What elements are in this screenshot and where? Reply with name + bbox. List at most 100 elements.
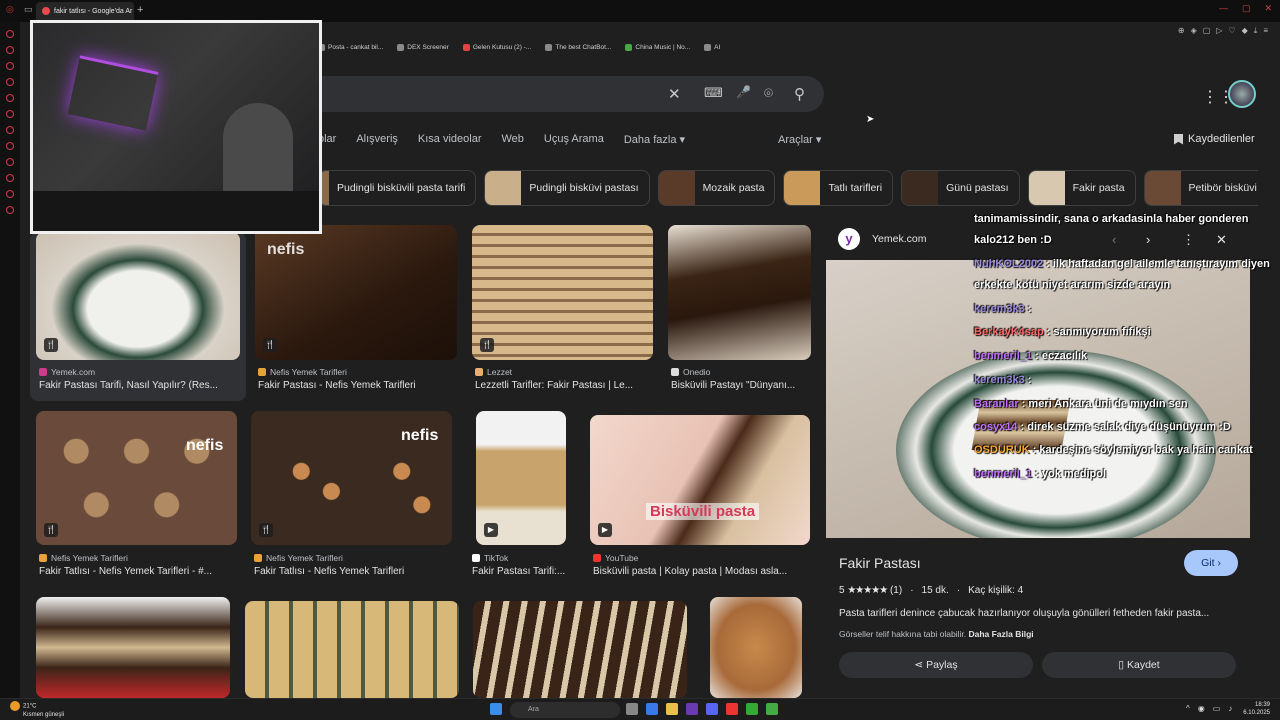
sidebar-app-icon[interactable] [6,206,14,214]
close-window-icon[interactable]: ✕ [1264,3,1272,14]
monitor-icon[interactable]: ▭ [1213,704,1221,713]
sidebar-app-icon[interactable] [6,62,14,70]
more-info-link[interactable]: Daha Fazla Bilgi [968,629,1033,639]
keyboard-icon[interactable]: ⌨ [704,85,723,101]
account-avatar[interactable] [1228,80,1256,108]
google-lens-icon[interactable]: ⌾ [764,85,773,102]
tab-short-videos[interactable]: Kısa videolar [418,133,482,146]
sidebar-app-icon[interactable] [6,30,14,38]
sidebar-app-icon[interactable] [6,94,14,102]
download-icon[interactable]: ⤓ [1254,26,1258,36]
chat-message: NuhKOL2002 : ilk haftadan gel ailemle ta… [974,258,1270,270]
app-icon[interactable] [686,703,698,715]
menu-icon[interactable]: ≡ [1263,26,1268,36]
result-title[interactable]: Bisküvili Pastayı "Dünyanı... [671,380,811,391]
file-explorer-icon[interactable] [666,703,678,715]
rating-stars-icon: ★★★★★ [847,585,888,596]
save-button[interactable]: ▯ Kaydet [1042,652,1236,678]
next-icon[interactable]: › [1146,232,1150,247]
shield-icon[interactable]: ◈ [1191,26,1197,36]
result-title[interactable]: Bisküvili pasta | Kolay pasta | Modası a… [593,566,807,577]
discord-icon[interactable] [706,703,718,715]
app-icon[interactable] [746,703,758,715]
result-title[interactable]: Lezzetli Tarifler: Fakir Pastası | Le... [475,380,653,391]
sidebar-app-icon[interactable] [6,110,14,118]
result-title[interactable]: Fakir Pastası Tarifi:... [472,566,576,577]
related-chip[interactable]: Tatlı tarifleri [783,170,894,206]
sidebar-app-icon[interactable] [6,46,14,54]
search-input[interactable]: ✕ ⌨ 🎤 ⌾ ⚲ [318,76,824,112]
more-options-icon[interactable]: ⋮ [1182,232,1195,248]
tab-shopping[interactable]: Alışveriş [356,133,398,146]
sidebar-app-icon[interactable] [6,78,14,86]
result-image[interactable] [473,601,687,698]
screenshot-icon[interactable]: ▢ [1203,26,1211,36]
result-title[interactable]: Fakir Pastası - Nefis Yemek Tarifleri [258,380,458,391]
related-chip[interactable]: Günü pastası [901,170,1020,206]
sidebar-app-icon[interactable] [6,174,14,182]
recipe-icon: 🍴 [263,338,277,352]
sidebar-app-icon[interactable] [6,158,14,166]
close-panel-icon[interactable]: ✕ [1216,232,1227,248]
bookmark-item[interactable]: DEX Screener [397,40,449,54]
sidebar-app-icon[interactable] [6,142,14,150]
tab-flights[interactable]: Uçuş Arama [544,133,604,146]
sidebar-app-icon[interactable] [6,126,14,134]
heart-icon[interactable]: ♡ [1228,26,1235,36]
related-chip[interactable]: Petibör bisküvi [1143,170,1258,206]
result-title[interactable]: Fakir Tatlısı - Nefis Yemek Tarifleri - … [39,566,239,577]
result-image[interactable] [245,601,459,698]
tab-web[interactable]: Web [502,133,524,146]
bookmark-item[interactable]: Gelen Kutusu (2) -... [462,40,531,54]
result-title[interactable]: Fakir Pastası Tarifi, Nasıl Yapılır? (Re… [39,380,239,391]
sidebar-app-icon[interactable] [6,190,14,198]
result-source: Nefis Yemek Tarifleri [258,367,347,377]
windows-start-icon[interactable] [490,703,502,715]
visit-button[interactable]: Git › [1184,550,1238,576]
tools-button[interactable]: Araçlar ▾ [778,133,821,146]
task-view-icon[interactable] [626,703,638,715]
browser-menu-icon[interactable]: ◎ [6,4,14,15]
related-chip[interactable]: Mozaik pasta [657,170,776,206]
result-image[interactable] [36,597,230,698]
zoom-icon[interactable]: ⊕ [1178,26,1185,36]
related-chip[interactable]: Pudingli bisküvili pasta tarifi [318,170,477,206]
search-icon[interactable]: ⚲ [794,85,805,103]
recipe-icon: 🍴 [44,338,58,352]
related-chip[interactable]: Pudingli bisküvi pastası [484,170,650,206]
volume-icon[interactable]: ♪ [1228,704,1232,713]
extension-icon[interactable]: ◆ [1242,26,1248,36]
network-icon[interactable]: ◉ [1198,704,1205,713]
preview-title[interactable]: Fakir Pastası [839,555,921,571]
chevron-up-icon[interactable]: ^ [1186,704,1190,713]
edge-icon[interactable] [646,703,658,715]
maximize-icon[interactable]: ▢ [1242,3,1251,14]
preview-site-name[interactable]: Yemek.com [872,233,926,245]
source-favicon-icon [475,368,483,376]
bookmark-folder[interactable]: AI [704,40,720,54]
taskbar-search[interactable]: Ara [510,702,620,718]
bookmark-item[interactable]: The best ChatBot... [545,40,611,54]
saved-button[interactable]: Kaydedilenler [1174,133,1255,145]
system-clock[interactable]: 18:39 6.10.2025 [1243,701,1270,717]
result-image[interactable] [710,597,802,698]
browser-tab-active[interactable]: fakir tatlısı - Google'da Ar [36,2,134,20]
tab-list-icon[interactable]: ▭ [24,4,33,15]
result-title[interactable]: Fakir Tatlısı - Nefis Yemek Tarifleri [254,566,454,577]
cook-time: 15 dk. [921,585,949,596]
microphone-icon[interactable]: 🎤 [736,85,751,99]
bookmark-item[interactable]: China Music | No... [625,40,690,54]
related-chip[interactable]: Fakir pasta [1027,170,1136,206]
browser-icon[interactable] [726,703,738,715]
weather-widget[interactable]: 21°C Kısmen güneşli [10,701,64,719]
clear-search-icon[interactable]: ✕ [668,85,681,103]
play-icon[interactable]: ▷ [1216,26,1222,36]
previous-icon[interactable]: ‹ [1112,232,1116,247]
share-button[interactable]: ⋖ Paylaş [839,652,1033,678]
new-tab-button[interactable]: + [137,4,143,16]
minimize-icon[interactable]: — [1219,3,1228,14]
chip-label: Günü pastası [946,182,1009,194]
tab-more[interactable]: Daha fazla ▾ [624,133,685,146]
app-icon[interactable] [766,703,778,715]
bookmark-item[interactable]: Posta - cankat bil... [318,40,383,54]
